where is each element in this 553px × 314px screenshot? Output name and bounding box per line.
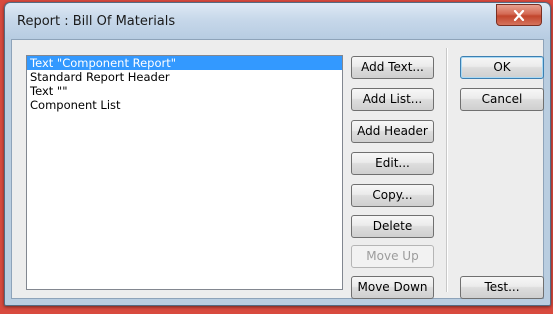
edit-button[interactable]: Edit... [351, 152, 434, 175]
title-bar[interactable]: Report : Bill Of Materials [5, 3, 550, 39]
add-list-button[interactable]: Add List... [351, 88, 434, 111]
add-text-button[interactable]: Add Text... [351, 56, 434, 79]
list-item[interactable]: Component List [27, 98, 342, 112]
report-items-list[interactable]: Text "Component Report" Standard Report … [26, 55, 343, 290]
list-item[interactable]: Text "Component Report" [27, 56, 342, 70]
dialog-title: Report : Bill Of Materials [17, 14, 176, 29]
test-button[interactable]: Test... [460, 276, 544, 299]
move-down-button[interactable]: Move Down [351, 276, 434, 299]
add-header-button[interactable]: Add Header [351, 120, 434, 143]
list-item[interactable]: Standard Report Header [27, 70, 342, 84]
list-item[interactable]: Text "" [27, 84, 342, 98]
dialog-body: Text "Component Report" Standard Report … [11, 39, 544, 299]
move-up-button[interactable]: Move Up [351, 245, 434, 268]
delete-button[interactable]: Delete [351, 215, 434, 238]
button-separator [446, 48, 448, 292]
ok-button[interactable]: OK [460, 56, 544, 79]
copy-button[interactable]: Copy... [351, 184, 434, 207]
close-button[interactable] [496, 4, 542, 26]
close-icon [513, 9, 525, 21]
cancel-button[interactable]: Cancel [460, 88, 544, 111]
report-dialog: Report : Bill Of Materials Text "Compone… [4, 2, 551, 306]
